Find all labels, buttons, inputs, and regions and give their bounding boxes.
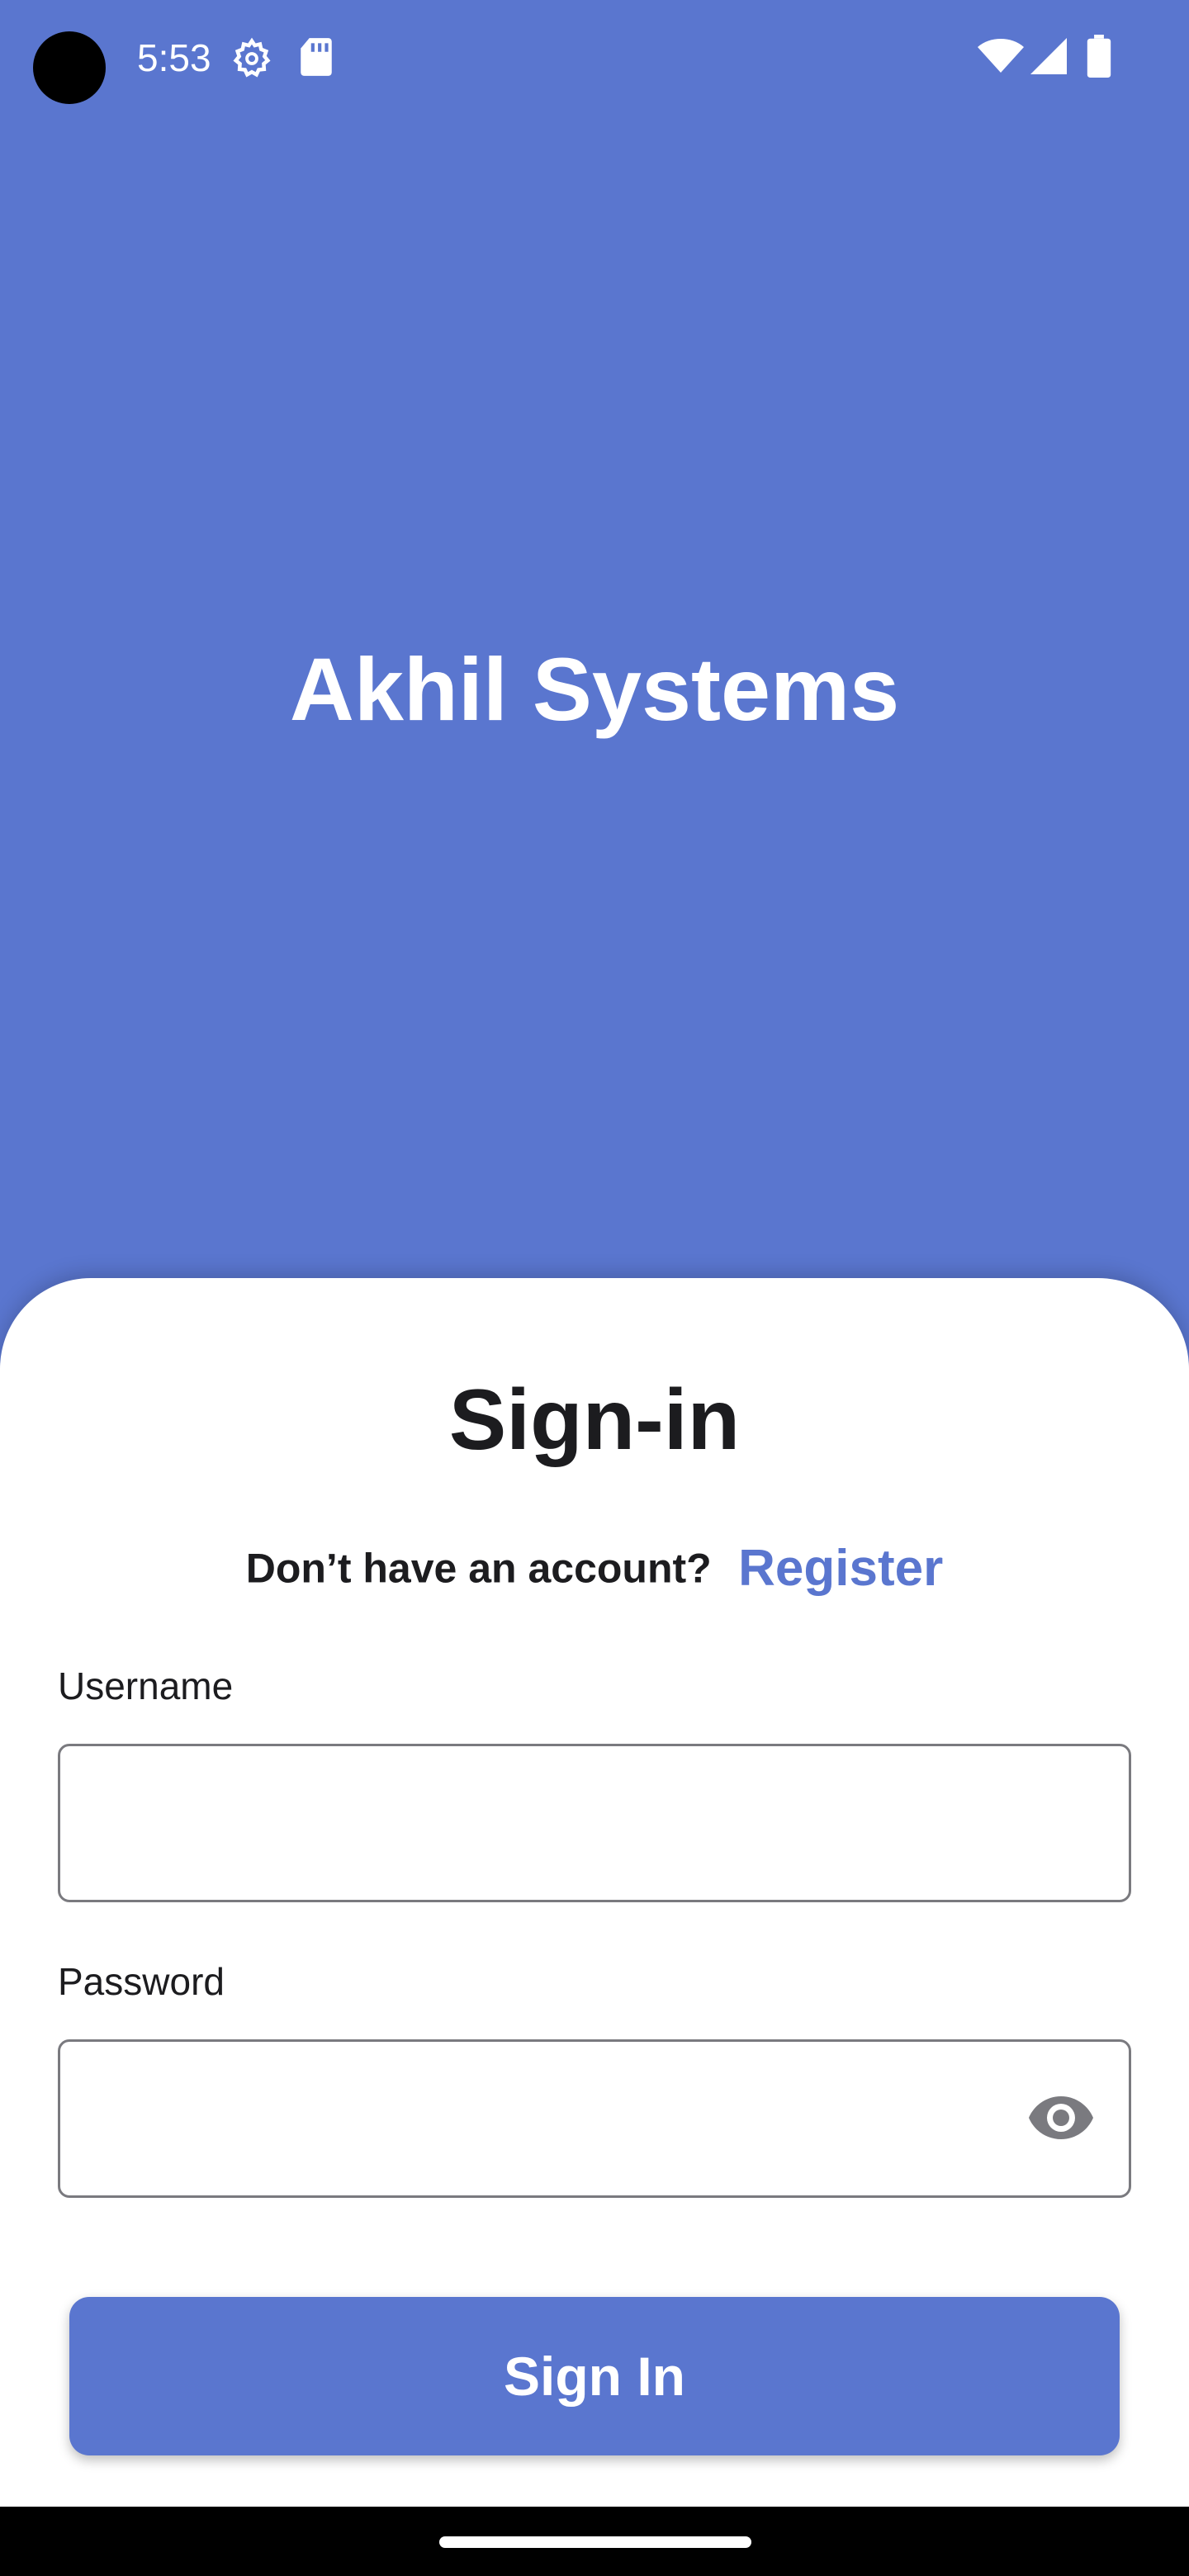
navigation-bar	[0, 2507, 1189, 2576]
app-title: Akhil Systems	[289, 639, 900, 739]
sign-in-title: Sign-in	[448, 1372, 741, 1468]
register-prompt: Don’t have an account?	[245, 1545, 712, 1592]
register-link[interactable]: Register	[738, 1540, 943, 1597]
password-label: Password	[58, 1960, 225, 2003]
signal-icon	[1030, 38, 1067, 74]
sign-in-sheet: Sign-in Don’t have an account? Register …	[0, 1278, 1189, 2507]
username-field[interactable]	[58, 1744, 1131, 1902]
password-input[interactable]	[85, 2042, 1035, 2195]
username-label: Username	[58, 1664, 234, 1707]
username-input[interactable]	[85, 1746, 1035, 1900]
password-field[interactable]	[58, 2039, 1131, 2198]
battery-icon	[1087, 35, 1111, 78]
status-time: 5:53	[137, 36, 211, 79]
home-indicator[interactable]	[439, 2536, 751, 2548]
gear-icon	[233, 37, 271, 78]
sd-card-icon	[301, 38, 332, 76]
sign-in-button[interactable]: Sign In	[69, 2297, 1120, 2455]
camera-cutout	[33, 31, 106, 104]
sign-in-screen: 5:53 Akhil Systems Sign-in Don’t have an…	[0, 0, 1189, 2576]
eye-icon[interactable]	[1028, 2095, 1094, 2141]
wifi-icon	[978, 39, 1024, 73]
status-bar: 5:53	[0, 0, 1189, 116]
register-row: Don’t have an account? Register	[0, 1539, 1189, 1598]
